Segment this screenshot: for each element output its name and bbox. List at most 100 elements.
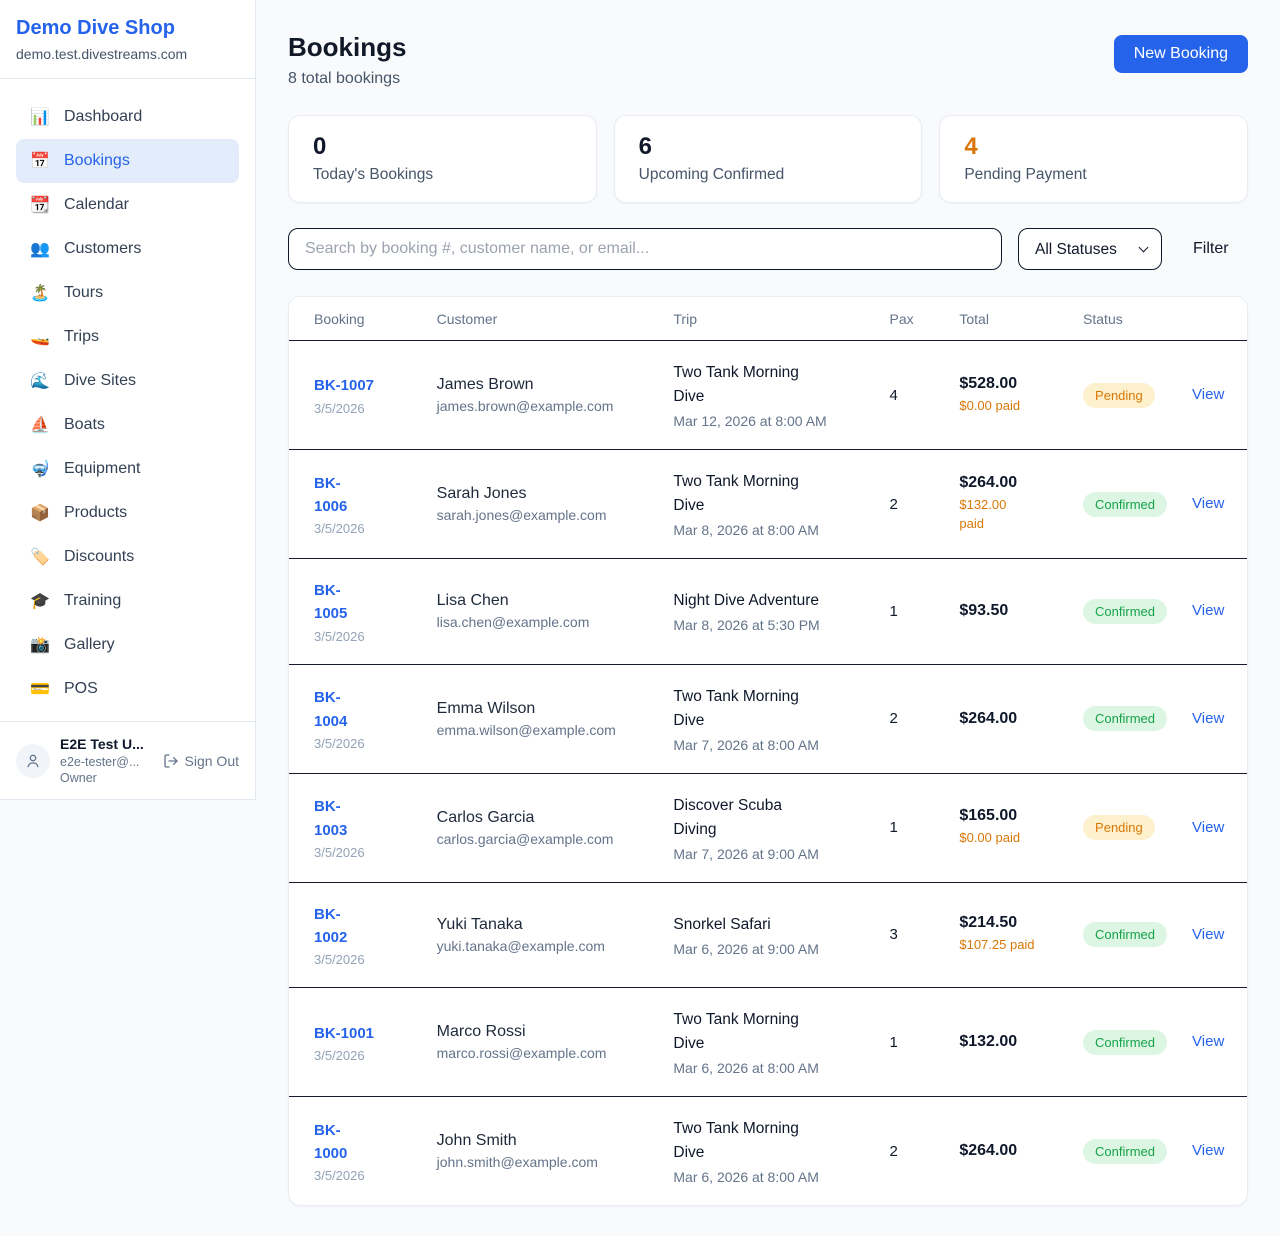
sailboat-icon: ⛵ [30, 415, 50, 435]
view-link[interactable]: View [1192, 926, 1224, 943]
status-select[interactable]: All Statuses [1018, 228, 1162, 270]
customer-email: lisa.chen@example.com [437, 614, 650, 630]
table-row: BK- 1005 3/5/2026 Lisa Chen lisa.chen@ex… [289, 559, 1247, 665]
pax-count: 3 [878, 882, 948, 988]
table-row: BK- 1006 3/5/2026 Sarah Jones sarah.jone… [289, 450, 1247, 559]
sidebar-item-products[interactable]: 📦 Products [16, 491, 239, 535]
booking-date: 3/5/2026 [314, 845, 413, 860]
col-status: Status [1071, 297, 1180, 341]
customer-name: John Smith [437, 1132, 650, 1150]
booking-date: 3/5/2026 [314, 401, 413, 416]
pax-count: 1 [878, 559, 948, 665]
stat-value: 6 [639, 133, 898, 161]
view-link[interactable]: View [1192, 1142, 1224, 1159]
table-row: BK- 1004 3/5/2026 Emma Wilson emma.wilso… [289, 664, 1247, 773]
sign-out-button[interactable]: Sign Out [163, 753, 239, 769]
filter-button[interactable]: Filter [1193, 240, 1229, 258]
view-link[interactable]: View [1192, 602, 1224, 619]
pax-count: 2 [878, 1097, 948, 1206]
stat-label: Pending Payment [964, 166, 1223, 184]
table-row: BK- 1000 3/5/2026 John Smith john.smith@… [289, 1097, 1247, 1206]
total-amount: $165.00 [959, 807, 1059, 825]
booking-id-link[interactable]: BK-1001 [314, 1022, 374, 1045]
page-title: Bookings [288, 32, 406, 63]
person-icon [24, 752, 42, 770]
credit-card-icon: 💳 [30, 679, 50, 699]
diving-mask-icon: 🤿 [30, 459, 50, 479]
status-badge: Confirmed [1083, 599, 1167, 624]
page-title-block: Bookings 8 total bookings [288, 32, 406, 88]
stats-row: 0 Today's Bookings 6 Upcoming Confirmed … [288, 115, 1248, 203]
table-body: BK-1007 3/5/2026 James Brown james.brown… [289, 341, 1247, 1206]
customer-email: sarah.jones@example.com [437, 507, 650, 523]
trip-datetime: Mar 12, 2026 at 8:00 AM [673, 413, 865, 429]
total-amount: $264.00 [959, 474, 1059, 492]
total-amount: $132.00 [959, 1033, 1059, 1051]
view-link[interactable]: View [1192, 1033, 1224, 1050]
trip-datetime: Mar 6, 2026 at 8:00 AM [673, 1169, 865, 1185]
customer-email: john.smith@example.com [437, 1154, 650, 1170]
sidebar-item-gallery[interactable]: 📸 Gallery [16, 623, 239, 667]
sidebar-item-calendar[interactable]: 📆 Calendar [16, 183, 239, 227]
view-link[interactable]: View [1192, 386, 1224, 403]
pax-count: 1 [878, 988, 948, 1097]
brand-name: Demo Dive Shop [16, 17, 239, 40]
user-box: E2E Test U... e2e-tester@... Owner Sign … [0, 721, 255, 799]
sidebar-item-bookings[interactable]: 📅 Bookings [16, 139, 239, 183]
booking-id-link[interactable]: BK- 1000 [314, 1119, 347, 1166]
booking-id-link[interactable]: BK- 1002 [314, 903, 347, 950]
user-email: e2e-tester@... [60, 754, 144, 770]
trip-name: Snorkel Safari [673, 913, 865, 937]
sidebar-item-customers[interactable]: 👥 Customers [16, 227, 239, 271]
booking-id-link[interactable]: BK- 1006 [314, 472, 347, 519]
total-amount: $264.00 [959, 1142, 1059, 1160]
graduation-cap-icon: 🎓 [30, 591, 50, 611]
sidebar-item-tours[interactable]: 🏝️ Tours [16, 271, 239, 315]
trip-datetime: Mar 6, 2026 at 9:00 AM [673, 941, 865, 957]
people-icon: 👥 [30, 239, 50, 259]
sidebar-item-discounts[interactable]: 🏷️ Discounts [16, 535, 239, 579]
trip-name: Two Tank Morning Dive [673, 1117, 865, 1165]
speedboat-icon: 🚤 [30, 327, 50, 347]
booking-id-link[interactable]: BK- 1004 [314, 686, 347, 733]
trip-name: Night Dive Adventure [673, 589, 865, 613]
sidebar: Demo Dive Shop demo.test.divestreams.com… [0, 0, 256, 800]
search-input[interactable] [288, 228, 1002, 270]
table-row: BK- 1003 3/5/2026 Carlos Garcia carlos.g… [289, 773, 1247, 882]
sidebar-item-equipment[interactable]: 🤿 Equipment [16, 447, 239, 491]
col-booking: Booking [289, 297, 425, 341]
new-booking-button[interactable]: New Booking [1114, 35, 1248, 73]
trip-datetime: Mar 7, 2026 at 8:00 AM [673, 737, 865, 753]
camera-icon: 📸 [30, 635, 50, 655]
booking-date: 3/5/2026 [314, 952, 413, 967]
customer-name: Yuki Tanaka [437, 916, 650, 934]
user-name: E2E Test U... [60, 735, 144, 753]
booking-id-link[interactable]: BK- 1003 [314, 795, 347, 842]
booking-id-link[interactable]: BK- 1005 [314, 579, 347, 626]
bookings-table-card: Booking Customer Trip Pax Total Status B… [288, 296, 1248, 1206]
status-badge: Confirmed [1083, 492, 1167, 517]
tear-off-calendar-icon: 📆 [30, 195, 50, 215]
sidebar-item-dashboard[interactable]: 📊 Dashboard [16, 95, 239, 139]
avatar [16, 744, 50, 778]
sidebar-item-pos[interactable]: 💳 POS [16, 667, 239, 711]
trip-datetime: Mar 6, 2026 at 8:00 AM [673, 1060, 865, 1076]
sidebar-item-dive-sites[interactable]: 🌊 Dive Sites [16, 359, 239, 403]
pax-count: 2 [878, 450, 948, 559]
customer-email: carlos.garcia@example.com [437, 831, 650, 847]
stat-label: Upcoming Confirmed [639, 166, 898, 184]
customer-name: Carlos Garcia [437, 809, 650, 827]
sidebar-item-trips[interactable]: 🚤 Trips [16, 315, 239, 359]
sidebar-item-training[interactable]: 🎓 Training [16, 579, 239, 623]
view-link[interactable]: View [1192, 710, 1224, 727]
view-link[interactable]: View [1192, 819, 1224, 836]
view-link[interactable]: View [1192, 495, 1224, 512]
sidebar-nav: 📊 Dashboard 📅 Bookings 📆 Calendar 👥 Cust… [0, 79, 255, 711]
booking-id-link[interactable]: BK-1007 [314, 374, 374, 397]
sidebar-item-boats[interactable]: ⛵ Boats [16, 403, 239, 447]
island-icon: 🏝️ [30, 283, 50, 303]
status-badge: Confirmed [1083, 706, 1167, 731]
col-customer: Customer [425, 297, 662, 341]
customer-name: Sarah Jones [437, 485, 650, 503]
customer-email: james.brown@example.com [437, 398, 650, 414]
